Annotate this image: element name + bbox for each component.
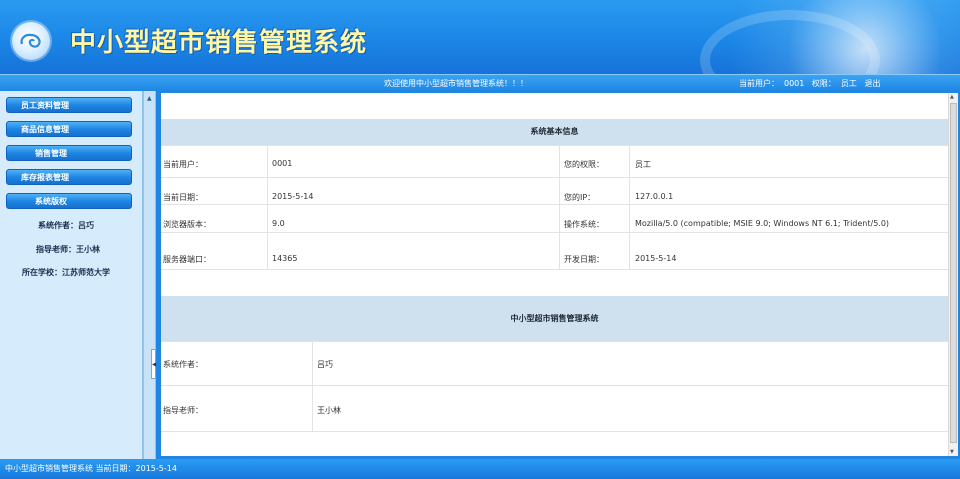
sidebar-item-sales[interactable]: 销售管理 xyxy=(6,145,132,161)
sidebar-advisor: 指导老师：王小林 xyxy=(36,245,100,254)
scroll-up-icon[interactable]: ▲ xyxy=(147,95,152,102)
label-author: 系统作者： xyxy=(163,360,203,369)
label-browser-version: 浏览器版本： xyxy=(163,220,211,229)
label-os: 操作系统： xyxy=(564,220,604,229)
label-advisor: 指导老师： xyxy=(163,406,203,415)
main-scrollbar[interactable]: ▲ ▼ xyxy=(948,93,958,456)
scroll-down-icon[interactable]: ▼ xyxy=(950,449,954,455)
sidebar-item-inventory[interactable]: 库存报表管理 xyxy=(6,169,132,185)
value-author: 吕巧 xyxy=(317,360,333,369)
sidebar: 员工资料管理 商品信息管理 销售管理 库存报表管理 系统版权 系统作者：吕巧 指… xyxy=(0,91,143,459)
value-os: Mozilla/5.0 (compatible; MSIE 9.0; Windo… xyxy=(635,219,890,228)
scrollbar-thumb[interactable] xyxy=(950,103,957,443)
current-user-label: 当前用户： xyxy=(739,79,779,88)
sidebar-school: 所在学校：江苏师范大学 xyxy=(22,268,110,277)
footer: 中小型超市销售管理系统 当前日期：2015-5-14 xyxy=(0,459,960,479)
label-current-date: 当前日期： xyxy=(163,193,203,202)
value-current-date: 2015-5-14 xyxy=(272,192,314,201)
label-ip: 您的IP： xyxy=(564,193,596,202)
value-current-user: 0001 xyxy=(272,159,293,168)
role-label: 权限： xyxy=(811,79,836,88)
logo-icon xyxy=(12,22,50,60)
section-title-system-info: 系统基本信息 xyxy=(161,119,948,145)
sidebar-item-copyright[interactable]: 系统版权 xyxy=(6,193,132,209)
label-dev-date: 开发日期： xyxy=(564,255,604,264)
welcome-message: 欢迎使用中小型超市销售管理系统！！！ xyxy=(384,79,528,88)
value-browser-version: 9.0 xyxy=(272,219,285,228)
logout-link[interactable]: 退出 xyxy=(864,79,880,88)
value-role: 员工 xyxy=(635,160,651,169)
label-server-port: 服务器端口： xyxy=(163,255,211,264)
label-current-user: 当前用户： xyxy=(163,160,203,169)
current-user-value: 0001 xyxy=(784,79,805,88)
user-status: 当前用户： 0001 权限： 员工 退出 xyxy=(739,75,885,92)
frame-splitter[interactable]: ▲ ◀ xyxy=(143,91,157,459)
app-title: 中小型超市销售管理系统 xyxy=(70,28,368,58)
main-content: 系统基本信息 当前用户： 0001 您的权限： 员工 当前日期： 2015-5-… xyxy=(161,93,948,456)
sidebar-item-products[interactable]: 商品信息管理 xyxy=(6,121,132,137)
value-advisor: 王小林 xyxy=(317,406,341,415)
scroll-up-icon[interactable]: ▲ xyxy=(950,94,954,100)
role-value: 员工 xyxy=(840,79,857,88)
header-banner: 中小型超市销售管理系统 xyxy=(0,0,960,74)
value-server-port: 14365 xyxy=(272,254,298,263)
sidebar-item-staff[interactable]: 员工资料管理 xyxy=(6,97,132,113)
info-bar: 欢迎使用中小型超市销售管理系统！！！ 当前用户： 0001 权限： 员工 退出 xyxy=(0,74,960,92)
value-dev-date: 2015-5-14 xyxy=(635,254,677,263)
sidebar-author: 系统作者：吕巧 xyxy=(38,221,94,230)
footer-text: 中小型超市销售管理系统 当前日期：2015-5-14 xyxy=(5,464,177,473)
label-role: 您的权限： xyxy=(564,160,604,169)
section-title-about: 中小型超市销售管理系统 xyxy=(161,296,948,341)
value-ip: 127.0.0.1 xyxy=(635,192,674,201)
